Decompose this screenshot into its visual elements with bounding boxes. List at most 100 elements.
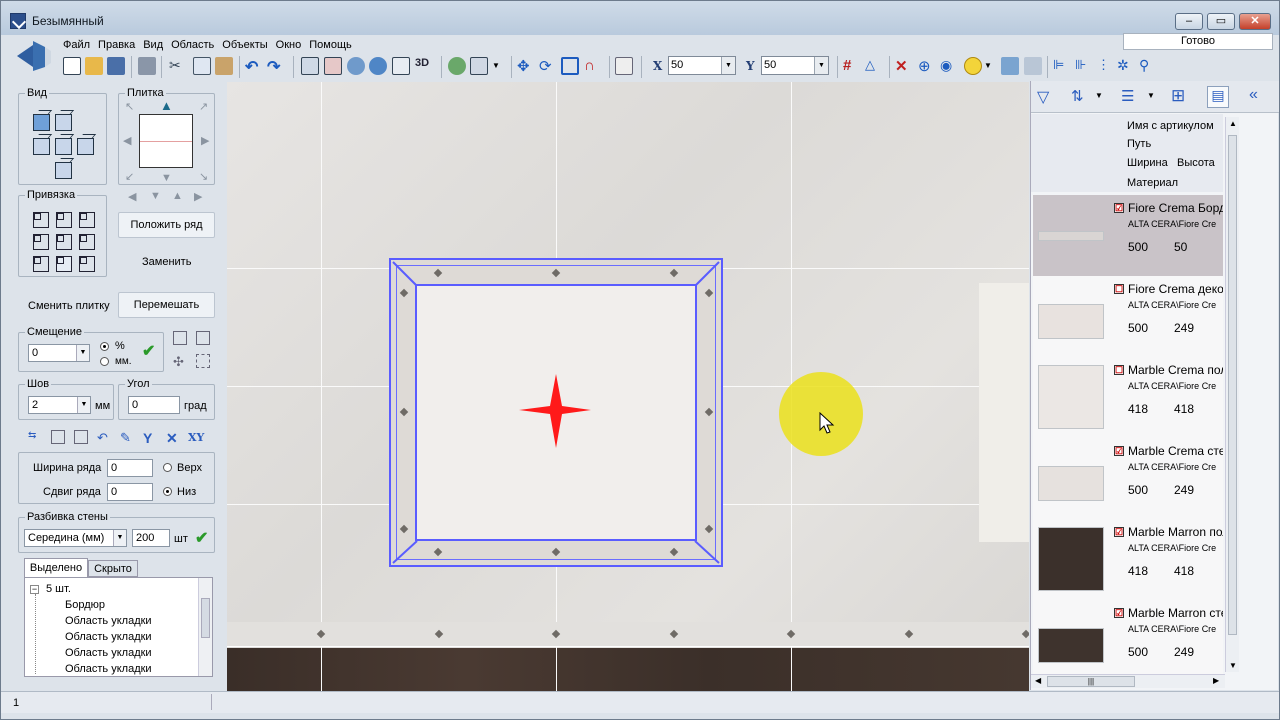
x-dropdown-icon[interactable]: ▼	[721, 57, 735, 74]
tool-y-icon[interactable]: Y	[143, 430, 157, 446]
item-checkbox[interactable]: ☑	[1114, 203, 1124, 213]
light-dropdown-icon[interactable]: ▼	[984, 57, 1002, 75]
arrow-up-icon[interactable]: ▲	[160, 98, 173, 113]
y-dropdown-icon[interactable]: ▼	[814, 57, 828, 74]
upload-icon[interactable]	[369, 57, 387, 75]
arrow-ne-icon[interactable]: ↗	[199, 100, 208, 113]
tree-item[interactable]: Область укладки	[65, 647, 152, 659]
move-icon[interactable]: ✥	[517, 57, 535, 75]
filter-icon[interactable]: ▽	[1037, 87, 1049, 107]
change-tile-button[interactable]: Сменить плитку	[28, 300, 110, 312]
align-left-icon[interactable]: ⊫	[1053, 57, 1071, 75]
save-icon[interactable]	[107, 57, 125, 75]
front-view-icon[interactable]	[33, 114, 50, 131]
tool-undo-row-icon[interactable]: ↶	[97, 430, 111, 445]
seam-input[interactable]: 2 ▼	[28, 396, 91, 414]
delete-icon[interactable]: ✕	[895, 57, 913, 75]
offset-dropdown-icon[interactable]: ▼	[76, 345, 89, 361]
percent-radio[interactable]	[100, 342, 109, 351]
menu-window[interactable]: Окно	[272, 37, 306, 53]
offset-frame-icon[interactable]	[196, 354, 210, 368]
ruler-icon[interactable]	[615, 57, 633, 75]
render-icon[interactable]	[347, 57, 365, 75]
arrow-right-icon[interactable]: ▶	[201, 134, 209, 147]
offset-center-icon[interactable]: ✣	[173, 354, 187, 369]
sort-dropdown-icon[interactable]: ▼	[1095, 91, 1103, 100]
offset-input[interactable]: 0 ▼	[28, 344, 90, 362]
arrow-nw-icon[interactable]: ↖	[125, 100, 134, 113]
magnet-icon[interactable]: ∩	[584, 57, 602, 75]
list-view-icon[interactable]: ☰	[1121, 87, 1134, 105]
room-view-icon[interactable]	[324, 57, 342, 75]
paste-icon[interactable]	[215, 57, 233, 75]
sort-icon[interactable]: ⇅	[1071, 87, 1084, 105]
header-material[interactable]: Материал	[1127, 177, 1178, 189]
tool-frame-icon[interactable]	[74, 430, 88, 444]
collapse-panel-icon[interactable]: «	[1249, 86, 1258, 104]
snap-tc-icon[interactable]	[56, 212, 72, 228]
shift-down-icon[interactable]: ▼	[150, 190, 161, 202]
snap-tl-icon[interactable]	[33, 212, 49, 228]
bottom-view-icon[interactable]	[55, 162, 72, 179]
tree-root[interactable]: 5 шт.	[46, 583, 71, 595]
snap-ml-icon[interactable]	[33, 234, 49, 250]
item-checkbox[interactable]: ☑	[1114, 527, 1124, 537]
triangle-icon[interactable]: △	[865, 57, 883, 75]
wall-split-mode[interactable]: Середина (мм) ▼	[24, 529, 127, 547]
row-width-input[interactable]: 0	[107, 459, 153, 477]
tree-item[interactable]: Область укладки	[65, 663, 152, 675]
minimize-button[interactable]: –	[1175, 13, 1203, 30]
scroll-right-icon[interactable]: ▶	[1213, 676, 1219, 685]
angle-input[interactable]: 0	[128, 396, 180, 414]
shuffle-button[interactable]: Перемешать	[118, 292, 215, 318]
wall-split-value[interactable]: 200	[132, 529, 170, 547]
light-icon[interactable]	[964, 57, 982, 75]
new-file-icon[interactable]	[63, 57, 81, 75]
replace-button[interactable]: Заменить	[142, 256, 191, 268]
shift-up-icon[interactable]: ▲	[172, 190, 183, 202]
lay-row-button[interactable]: Положить ряд	[118, 212, 215, 238]
maximize-button[interactable]: ▭	[1207, 13, 1235, 30]
menu-view[interactable]: Вид	[139, 37, 167, 53]
list-item[interactable]: ☑ Marble Marron сте ALTA CERA\Fiore Cre …	[1033, 600, 1223, 678]
mm-radio[interactable]	[100, 357, 109, 366]
tab-hidden[interactable]: Скрыто	[88, 560, 138, 577]
tool-xy-icon[interactable]: XY	[188, 431, 204, 444]
wall-split-dropdown-icon[interactable]: ▼	[113, 530, 126, 546]
x-input[interactable]: 50 ▼	[668, 56, 736, 75]
person-icon[interactable]	[448, 57, 466, 75]
align-center-icon[interactable]: ⊪	[1075, 57, 1093, 75]
grid-icon[interactable]: #	[843, 57, 861, 75]
open-folder-icon[interactable]	[85, 57, 103, 75]
item-checkbox[interactable]: ☐	[1114, 284, 1124, 294]
menu-area[interactable]: Область	[167, 37, 218, 53]
header-name[interactable]: Имя с артикулом	[1127, 120, 1214, 132]
menu-file[interactable]: Файл	[59, 37, 94, 53]
bottom-radio[interactable]	[163, 487, 172, 496]
list-dropdown-icon[interactable]: ▼	[1147, 91, 1155, 100]
list-item[interactable]: ☑ Marble Crema сте ALTA CERA\Fiore Cre 5…	[1033, 438, 1223, 519]
three-d-icon[interactable]: 3D	[415, 57, 433, 75]
y-input[interactable]: 50 ▼	[761, 56, 829, 75]
print-icon[interactable]	[138, 57, 156, 75]
left-view-icon[interactable]	[33, 138, 50, 155]
item-checkbox[interactable]: ☑	[1114, 608, 1124, 618]
list-vscrollbar[interactable]: ▲ ▼	[1225, 117, 1239, 672]
shift-left-icon[interactable]: ◀	[128, 190, 136, 203]
brush-icon[interactable]	[1024, 57, 1042, 75]
seam-dropdown-icon[interactable]: ▼	[77, 397, 90, 413]
tool-grid-icon[interactable]	[51, 430, 65, 444]
camera-icon[interactable]	[470, 57, 488, 75]
offset-row-icon[interactable]	[196, 331, 210, 345]
apply-offset-check-icon[interactable]: ✔	[142, 341, 155, 361]
tab-selected[interactable]: Выделено	[24, 558, 88, 577]
menu-edit[interactable]: Правка	[94, 37, 139, 53]
tree-scrollbar[interactable]	[198, 578, 212, 676]
tool-swap-h-icon[interactable]: ⇆	[28, 430, 42, 444]
eye-icon[interactable]: ◉	[940, 57, 958, 75]
camera-dropdown-icon[interactable]: ▼	[492, 57, 510, 75]
menu-objects[interactable]: Объекты	[218, 37, 271, 53]
scroll-left-icon[interactable]: ◀	[1035, 676, 1041, 685]
settings-icon[interactable]: ✲	[1117, 57, 1135, 75]
header-width[interactable]: Ширина	[1127, 157, 1168, 169]
